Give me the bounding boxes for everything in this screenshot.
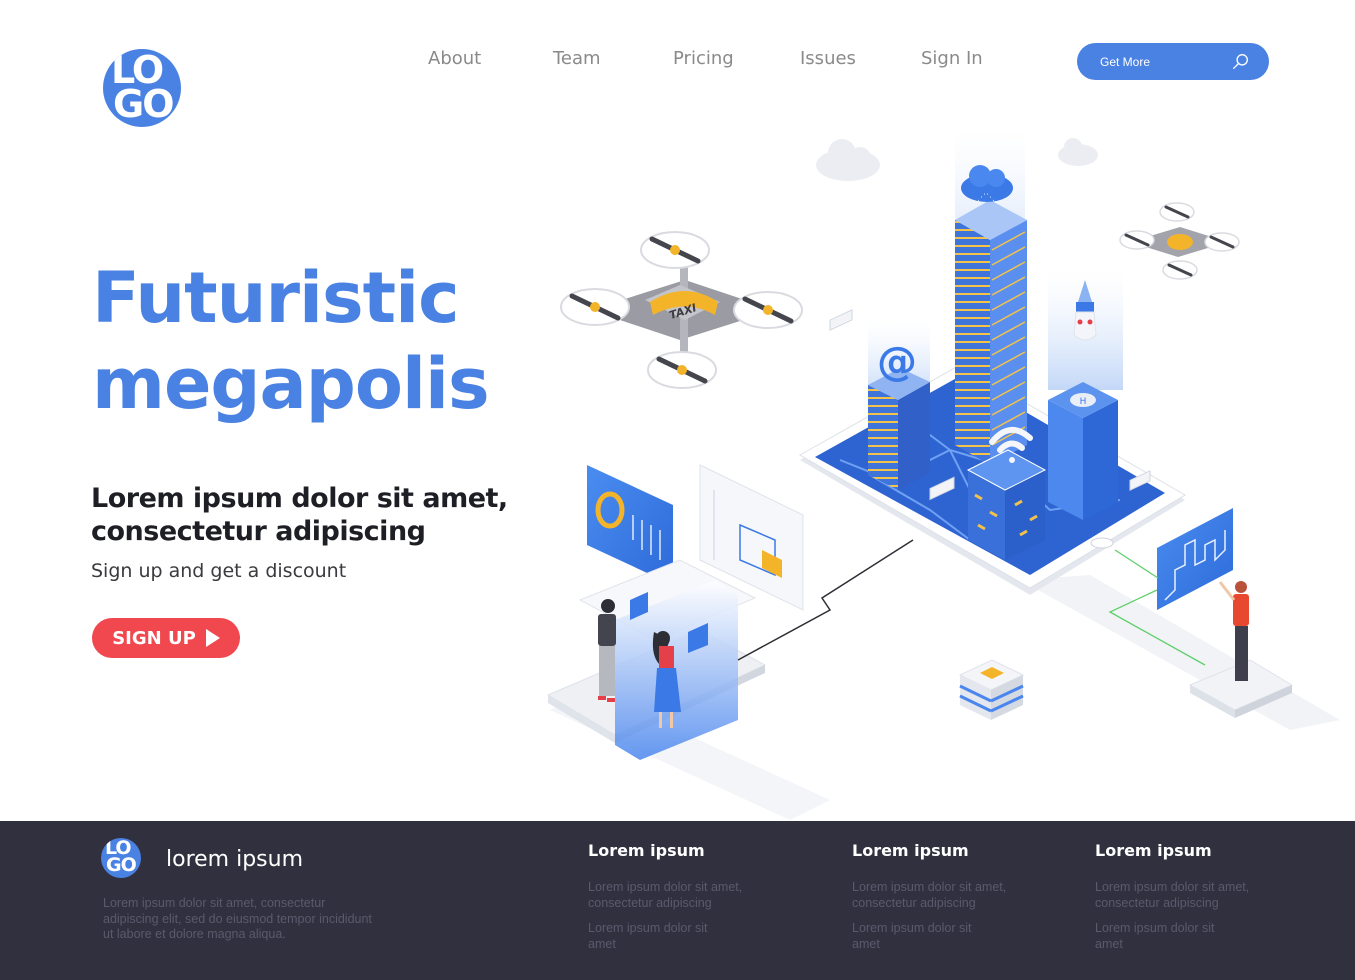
- nav-issues[interactable]: Issues: [800, 48, 856, 69]
- get-more-label: Get More: [1100, 54, 1151, 69]
- nav-team[interactable]: Team: [553, 48, 601, 69]
- search-icon[interactable]: [1232, 53, 1249, 70]
- get-more-button[interactable]: Get More: [1077, 43, 1269, 80]
- person-man: [598, 599, 616, 702]
- footer-link[interactable]: Lorem ipsum dolor sit amet, consectetur …: [852, 880, 1042, 911]
- hero-title: Futuristic megapolis: [92, 255, 490, 427]
- footer-link[interactable]: Lorem ipsum dolor sit amet, consectetur …: [588, 880, 778, 911]
- footer-link[interactable]: Lorem ipsum dolor sit amet: [852, 921, 982, 952]
- skyscraper: [955, 200, 1027, 465]
- footer-column-title: Lorem ipsum: [588, 841, 705, 860]
- nav-pricing[interactable]: Pricing: [673, 48, 734, 69]
- footer-logo[interactable]: LO GO: [101, 838, 141, 878]
- helipad-h-icon: H: [1080, 397, 1087, 407]
- server-stack-icon: [958, 659, 1025, 720]
- hero-subtitle-line-1: Lorem ipsum dolor sit amet,: [91, 483, 508, 514]
- sign-up-button[interactable]: SIGN UP: [92, 618, 240, 658]
- helipad-building: H: [1048, 382, 1118, 520]
- footer-link[interactable]: Lorem ipsum dolor sit amet: [1095, 921, 1225, 952]
- sign-up-label: SIGN UP: [112, 627, 196, 649]
- footer-column: Lorem ipsum Lorem ipsum dolor sit amet, …: [1095, 841, 1285, 962]
- hero-title-line-1: Futuristic: [92, 257, 460, 339]
- hero-subtitle: Lorem ipsum dolor sit amet, consectetur …: [91, 482, 508, 548]
- footer-link[interactable]: Lorem ipsum dolor sit amet, consectetur …: [1095, 880, 1285, 911]
- hero-title-line-2: megapolis: [92, 343, 490, 425]
- svg-text:⋰⋱: ⋰⋱: [977, 193, 995, 203]
- footer-column-title: Lorem ipsum: [1095, 841, 1212, 860]
- taxi-drone-small: [1119, 202, 1240, 280]
- cloud-icon: [816, 139, 880, 181]
- hero-tagline: Sign up and get a discount: [91, 560, 347, 582]
- footer-description: Lorem ipsum dolor sit amet, consectetur …: [103, 896, 372, 941]
- taxi-drone-large: TAXI: [560, 231, 803, 389]
- logo-text-bottom: GO: [113, 82, 174, 126]
- email-at-icon: @: [877, 339, 917, 385]
- nav-about[interactable]: About: [428, 48, 481, 69]
- cloud-icon: [1058, 138, 1098, 166]
- nav-sign-in[interactable]: Sign In: [921, 48, 983, 69]
- green-connector: [1114, 549, 1159, 579]
- footer-link[interactable]: Lorem ipsum dolor sit amet: [588, 921, 718, 952]
- footer: LO GO lorem ipsum Lorem ipsum dolor sit …: [0, 821, 1355, 980]
- hero-subtitle-line-2: consectetur adipiscing: [91, 516, 426, 547]
- city-panel: [1157, 508, 1233, 610]
- play-icon: [205, 629, 220, 647]
- analytics-panel: [587, 465, 673, 585]
- hero-illustration: ⋰⋱ @ H TAXI: [546, 130, 1340, 820]
- footer-brand: lorem ipsum: [166, 847, 304, 872]
- footer-column-title: Lorem ipsum: [852, 841, 969, 860]
- workstation: [546, 559, 767, 760]
- footer-column: Lorem ipsum Lorem ipsum dolor sit amet, …: [588, 841, 778, 962]
- footer-logo-text-bottom: GO: [106, 854, 137, 876]
- footer-column: Lorem ipsum Lorem ipsum dolor sit amet, …: [852, 841, 1042, 962]
